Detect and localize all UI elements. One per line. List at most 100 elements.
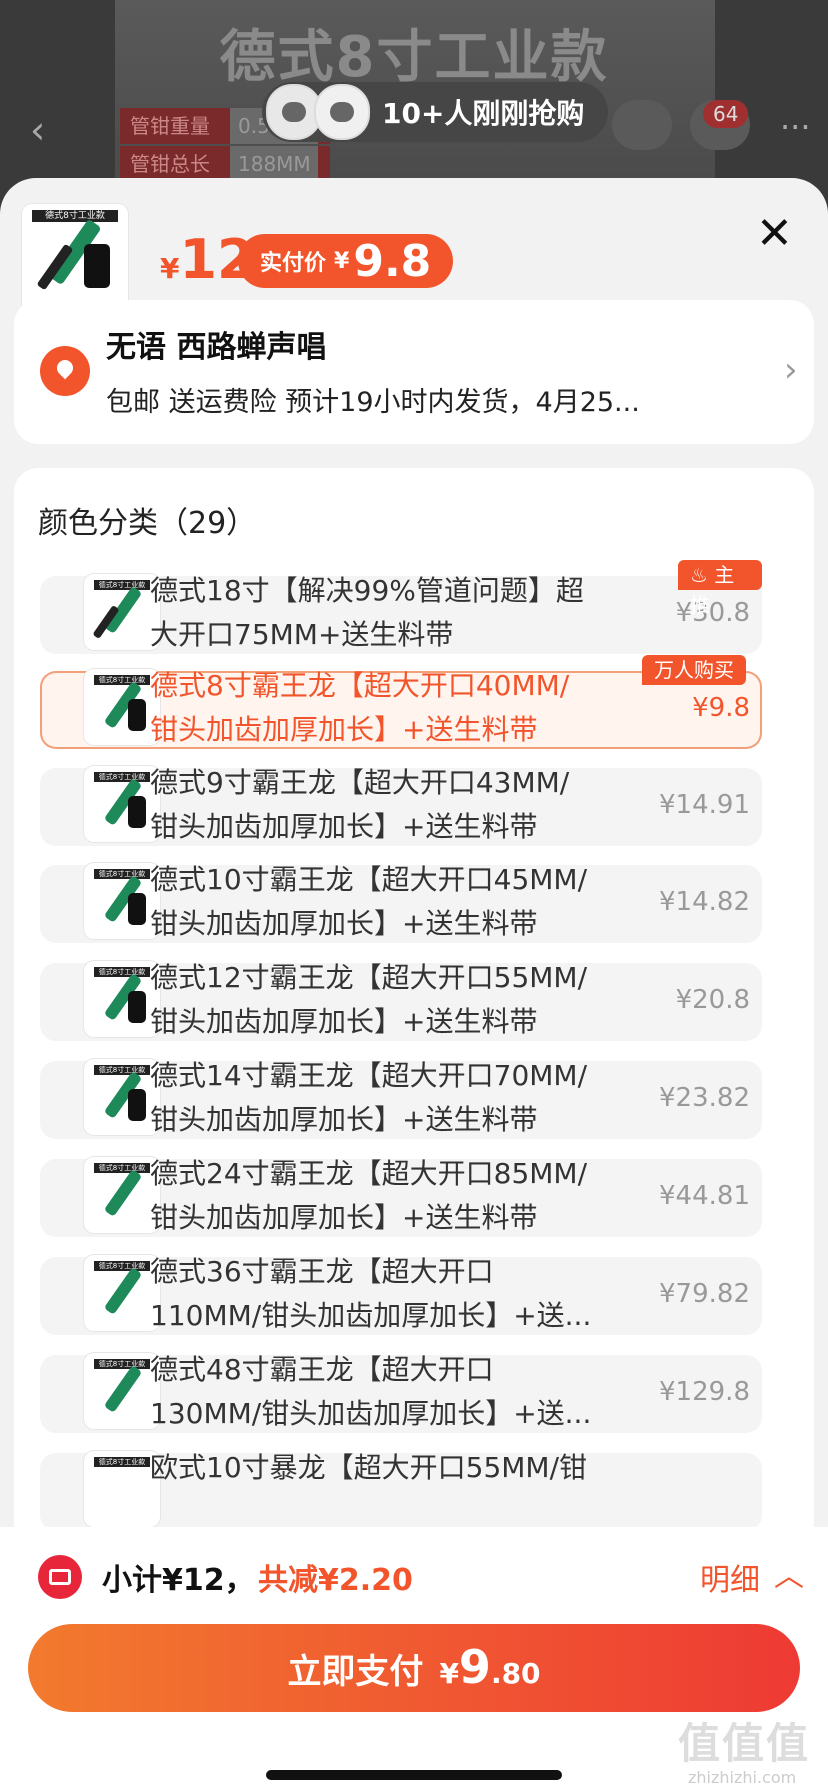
thumbnail-caption: 德式8寸工业款: [94, 967, 150, 977]
back-icon[interactable]: ‹: [30, 108, 45, 152]
thumbnail-caption: 德式8寸工业款: [94, 675, 150, 685]
actual-price-label: 实付价: [260, 251, 327, 276]
sku-name-line: 德式18寸【解决99%管道问题】超: [150, 574, 584, 607]
sku-thumbnail: 德式8寸工业款: [84, 574, 160, 650]
phone-graphic: [84, 244, 110, 288]
product-banner-title: 德式8寸工业款: [219, 25, 609, 90]
spec-label: 管钳总长: [130, 152, 210, 176]
sku-thumbnail: 德式8寸工业款: [84, 669, 160, 745]
sku-name-line: 德式9寸霸王龙【超大开口43MM/: [150, 766, 570, 799]
phone-graphic: [128, 1089, 146, 1121]
watermark: 值值值: [678, 1719, 811, 1768]
detail-link[interactable]: 明细: [700, 1555, 760, 1599]
sku-name-line: 欧式10寸暴龙【超大开口55MM/钳: [150, 1451, 588, 1484]
sku-thumbnail: 德式8寸工业款: [84, 1059, 160, 1135]
pay-button-label: 立即支付: [287, 1652, 424, 1692]
thumbnail-caption: 德式8寸工业款: [94, 1457, 150, 1467]
thumbnail-caption: 德式8寸工业款: [94, 869, 150, 879]
sku-option[interactable]: 德式8寸工业款 德式36寸霸王龙【超大开口 110MM/钳头加齿加厚加长】+送..…: [40, 1255, 762, 1335]
spec-value: 188MM: [230, 146, 318, 182]
wrench-graphic: [103, 1267, 143, 1315]
sku-name: 德式12寸霸王龙【超大开口55MM/钳头加齿加厚加长】+送生料带: [150, 956, 620, 1044]
sku-price: ¥20.8: [675, 985, 750, 1015]
sku-option[interactable]: 德式8寸工业款 德式10寸霸王龙【超大开口45MM/钳头加齿加厚加长】+送生料带…: [40, 863, 762, 943]
sku-price: ¥14.82: [659, 887, 750, 917]
sku-name-line: 110MM/钳头加齿加厚加长】+送...: [150, 1299, 592, 1332]
phone-graphic: [128, 796, 146, 828]
actual-price-symbol: ¥: [334, 248, 350, 274]
sku-name-line: 德式12寸霸王龙【超大开口55MM/: [150, 961, 588, 994]
purchase-toast: 10+人刚刚抢购: [262, 82, 609, 142]
subtotal-text: 小计¥12，: [102, 1563, 255, 1598]
sku-thumbnail: 德式8寸工业款: [84, 863, 160, 939]
sku-thumbnail: 德式8寸工业款: [84, 1353, 160, 1429]
sku-option[interactable]: 德式8寸工业款 德式9寸霸王龙【超大开口43MM/钳头加齿加厚加长】+送生料带 …: [40, 766, 762, 846]
sku-thumbnail: 德式8寸工业款: [84, 961, 160, 1037]
product-thumbnail[interactable]: 德式8寸工业款: [22, 204, 128, 312]
sku-thumbnail: 德式8寸工业款: [84, 1451, 160, 1527]
sku-option[interactable]: 德式8寸工业款 德式24寸霸王龙【超大开口85MM/钳头加齿加厚加长】+送生料带…: [40, 1157, 762, 1237]
sku-option[interactable]: 德式8寸工业款 德式12寸霸王龙【超大开口55MM/钳头加齿加厚加长】+送生料带…: [40, 961, 762, 1041]
sku-name-line: 钳头加齿加厚加长】+送生料带: [150, 713, 538, 746]
sku-option[interactable]: 德式8寸工业款 德式14寸霸王龙【超大开口70MM/钳头加齿加厚加长】+送生料带…: [40, 1059, 762, 1139]
shipping-info: 包邮 送运费险 预计19小时内发货，4月25...: [106, 387, 640, 418]
sku-name-line: 钳头加齿加厚加长】+送生料带: [150, 907, 538, 940]
sku-name: 德式24寸霸王龙【超大开口85MM/钳头加齿加厚加长】+送生料带: [150, 1152, 620, 1240]
sku-thumbnail: 德式8寸工业款: [84, 766, 160, 842]
sku-name-line: 钳头加齿加厚加长】+送生料带: [150, 810, 538, 843]
address-name: 无语 西路蝉声唱: [106, 330, 327, 365]
sku-option[interactable]: 德式8寸工业款 德式48寸霸王龙【超大开口 130MM/钳头加齿加厚加长】+送..…: [40, 1353, 762, 1433]
color-category-section: 颜色分类（29） 德式8寸工业款 德式18寸【解决99%管道问题】超 大开口75M…: [14, 468, 814, 1628]
sku-selection-sheet: 德式8寸工业款 ¥12 实付价 ¥ 9.8 ✕ 无语 西路蝉声唱 包邮 送运费险…: [0, 178, 828, 1792]
share-icon[interactable]: [612, 100, 672, 150]
chevron-up-icon[interactable]: ︿: [774, 1551, 804, 1595]
sku-thumbnail: 德式8寸工业款: [84, 1157, 160, 1233]
sku-name: 德式9寸霸王龙【超大开口43MM/钳头加齿加厚加长】+送生料带: [150, 761, 620, 849]
more-icon[interactable]: ···: [780, 108, 811, 146]
sku-name: 德式10寸霸王龙【超大开口45MM/钳头加齿加厚加长】+送生料带: [150, 858, 620, 946]
sku-name: 德式8寸霸王龙【超大开口40MM/钳头加齿加厚加长】+送生料带: [150, 664, 620, 752]
actual-price-value: 9.8: [353, 235, 432, 287]
sku-price: ¥79.82: [659, 1279, 750, 1309]
sku-name-line: 德式24寸霸王龙【超大开口85MM/: [150, 1157, 588, 1190]
thumbnail-caption: 德式8寸工业款: [94, 1065, 150, 1075]
spec-label: 管钳重量: [130, 114, 210, 138]
location-pin-icon: [40, 346, 90, 396]
section-title: 颜色分类（29）: [38, 506, 257, 541]
sku-name-line: 大开口75MM+送生料带: [150, 618, 454, 651]
sku-price: ¥129.8: [659, 1377, 750, 1407]
wrench-graphic: [103, 1365, 143, 1413]
sku-name: 欧式10寸暴龙【超大开口55MM/钳: [150, 1446, 620, 1490]
sku-price: ¥9.8: [692, 693, 750, 723]
thumbnail-caption: 德式8寸工业款: [94, 1359, 150, 1369]
sku-name: 德式36寸霸王龙【超大开口 110MM/钳头加齿加厚加长】+送...: [150, 1250, 620, 1338]
sku-thumbnail: 德式8寸工业款: [84, 1255, 160, 1331]
sku-price: ¥14.91: [659, 790, 750, 820]
thumbnail-caption: 德式8寸工业款: [94, 1163, 150, 1173]
sku-price: ¥30.8: [675, 598, 750, 628]
fire-icon: ♨: [690, 563, 708, 587]
phone-graphic: [128, 893, 146, 925]
phone-graphic: [128, 991, 146, 1023]
avatar: [314, 84, 370, 140]
sku-name-line: 德式36寸霸王龙【超大开口: [150, 1255, 494, 1288]
pay-now-button[interactable]: 立即支付 ¥ 9 .80: [28, 1624, 800, 1712]
chevron-right-icon: ›: [784, 350, 798, 390]
wrench-graphic: [103, 1169, 143, 1217]
sku-name-line: 德式10寸霸王龙【超大开口45MM/: [150, 863, 588, 896]
close-icon[interactable]: ✕: [756, 212, 793, 256]
watermark-site: zhizhizhi.com: [688, 1768, 797, 1787]
address-card[interactable]: 无语 西路蝉声唱 包邮 送运费险 预计19小时内发货，4月25... ›: [14, 300, 814, 444]
sku-option[interactable]: 德式8寸工业款 欧式10寸暴龙【超大开口55MM/钳: [40, 1451, 762, 1531]
sku-name: 德式18寸【解决99%管道问题】超 大开口75MM+送生料带: [150, 569, 620, 657]
sku-name-line: 德式8寸霸王龙【超大开口40MM/: [150, 669, 570, 702]
coupon-icon: [38, 1555, 82, 1599]
thumbnail-caption: 德式8寸工业款: [94, 772, 150, 782]
thumbnail-caption: 德式8寸工业款: [32, 210, 118, 222]
sku-name: 德式48寸霸王龙【超大开口 130MM/钳头加齿加厚加长】+送...: [150, 1348, 620, 1436]
sku-name-line: 130MM/钳头加齿加厚加长】+送...: [150, 1397, 592, 1430]
sku-option[interactable]: 德式8寸工业款 德式18寸【解决99%管道问题】超 大开口75MM+送生料带 ¥3…: [40, 560, 762, 654]
spec-row: 管钳总长 188MM: [120, 146, 330, 182]
sku-option-selected[interactable]: 德式8寸工业款 德式8寸霸王龙【超大开口40MM/钳头加齿加厚加长】+送生料带 …: [40, 655, 762, 749]
popular-tag: 万人购买: [642, 655, 746, 685]
